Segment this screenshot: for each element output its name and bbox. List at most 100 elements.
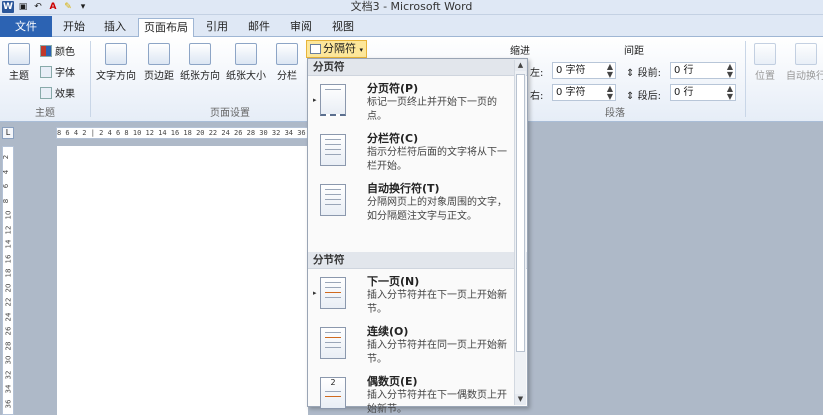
tab-home[interactable]: 开始 <box>56 18 92 37</box>
spinner-arrows-icon[interactable]: ▲ ▼ <box>727 63 733 79</box>
next-page-section-icon <box>320 277 346 309</box>
ruler-tick-label: 34 <box>4 384 13 394</box>
ruler-tick-label: 22 <box>4 297 13 307</box>
paragraph-group-label: 段落 <box>605 108 625 119</box>
position-icon <box>754 43 776 65</box>
text-direction-icon <box>105 43 127 65</box>
tab-selector-icon[interactable]: L <box>2 127 14 139</box>
ruler-tick-label: 26 <box>4 326 13 336</box>
ruler-tick-label: 32 <box>4 370 13 379</box>
vertical-ruler[interactable]: 2 4 6 8 10 12 14 16 18 20 22 24 26 28 30 32 34 36 <box>2 146 14 415</box>
ruler-tick-label: 10 <box>4 210 13 220</box>
ruler-tick-label: 4 <box>2 169 11 174</box>
spacing-label: 间距 <box>624 46 644 57</box>
scrollbar-thumb[interactable] <box>516 74 525 352</box>
ruler-tick-label: 6 <box>2 183 11 189</box>
spinner-arrows-icon[interactable]: ▲ ▼ <box>727 85 733 101</box>
indent-left-label: 左: <box>530 68 544 79</box>
group-divider <box>745 41 746 117</box>
ribbon-tab-row: 文件 开始 插入 页面布局 引用 邮件 审阅 视图 <box>0 15 823 38</box>
wrap-text-button[interactable]: 自动换行 <box>784 43 823 82</box>
ruler-tick-label: 30 <box>4 355 13 365</box>
margins-icon <box>148 43 170 65</box>
spacing-after-label: ⇕ 段后: <box>626 91 661 102</box>
breaks-dropdown-menu: 分页符 ▸ 分页符(P) 标记一页终止并开始下一页的点。 分栏符(C) 指示分栏… <box>307 58 528 415</box>
tab-file[interactable]: 文件 <box>0 16 52 37</box>
tab-insert[interactable]: 插入 <box>97 18 133 37</box>
ruler-tick-label: 28 <box>4 341 13 350</box>
text-direction-button[interactable]: 文字方向 <box>94 43 138 82</box>
group-divider <box>90 41 91 117</box>
menu-item-column-break[interactable]: 分栏符(C) 指示分栏符后面的文字将从下一栏开始。 <box>308 126 527 176</box>
position-button[interactable]: 位置 <box>750 43 780 82</box>
menu-item-continuous[interactable]: 连续(O) 插入分节符并在同一页上开始新节。 <box>308 319 527 369</box>
menu-item-next-page[interactable]: ▸ 下一页(N) 插入分节符并在下一页上开始新节。 <box>308 269 527 319</box>
menu-item-even-page[interactable]: 2 偶数页(E) 插入分节符并在下一偶数页上开始新节。 <box>308 369 527 415</box>
window-title: 文档3 - Microsoft Word <box>350 0 473 13</box>
spacing-before-icon: ⇕ <box>626 68 635 79</box>
columns-icon <box>276 43 298 65</box>
horizontal-ruler[interactable]: 8 6 4 2 | 2 4 6 8 10 12 14 16 18 20 22 2… <box>56 127 308 139</box>
breaks-icon <box>310 44 321 54</box>
pointer-arrow-icon: ▸ <box>313 289 317 297</box>
indent-right-label: 右: <box>530 91 544 102</box>
themes-button[interactable]: 主题 <box>4 43 34 82</box>
tab-review[interactable]: 审阅 <box>283 18 319 37</box>
size-button[interactable]: 纸张大小 <box>224 43 268 82</box>
colors-icon <box>40 44 52 57</box>
columns-button[interactable]: 分栏 <box>272 43 302 82</box>
spacing-after-field[interactable]: 0 行 ▲ ▼ <box>670 84 736 101</box>
text-wrapping-break-icon <box>320 184 346 216</box>
tab-view[interactable]: 视图 <box>325 18 361 37</box>
scroll-up-icon[interactable]: ▲ <box>515 60 526 71</box>
wrap-text-icon <box>795 43 817 65</box>
theme-colors-button[interactable]: 颜色 <box>40 43 75 58</box>
orientation-button[interactable]: 纸张方向 <box>178 43 222 82</box>
page-break-icon <box>320 84 346 116</box>
ruler-tick-label: 16 <box>4 254 13 263</box>
ruler-tick-label: 12 <box>4 225 13 234</box>
themes-group-label: 主题 <box>35 108 55 119</box>
section-breaks-section-header: 分节符 <box>308 252 527 269</box>
theme-effects-button[interactable]: 效果 <box>40 85 75 100</box>
margins-button[interactable]: 页边距 <box>141 43 177 82</box>
spinner-arrows-icon[interactable]: ▲ ▼ <box>607 63 613 79</box>
indent-label: 缩进 <box>510 46 530 57</box>
breaks-button[interactable]: 分隔符 ▾ <box>306 40 367 58</box>
pointer-arrow-icon: ▸ <box>313 96 317 104</box>
indent-left-field[interactable]: 0 字符 ▲ ▼ <box>552 62 616 79</box>
continuous-section-icon <box>320 327 346 359</box>
effects-icon <box>40 86 52 99</box>
theme-fonts-button[interactable]: 字体 <box>40 64 75 79</box>
spacing-before-label: ⇕ 段前: <box>626 68 661 79</box>
page-size-icon <box>235 43 257 65</box>
page-setup-group-label: 页面设置 <box>210 108 250 119</box>
even-page-section-icon: 2 <box>320 377 346 409</box>
ruler-tick-label: 36 <box>4 399 13 408</box>
tab-references[interactable]: 引用 <box>199 18 235 37</box>
orientation-icon <box>189 43 211 65</box>
column-break-icon <box>320 134 346 166</box>
chevron-down-icon: ▾ <box>359 46 364 54</box>
tab-page-layout[interactable]: 页面布局 <box>138 18 194 38</box>
ruler-tick-label: 2 <box>2 154 11 160</box>
page-breaks-section-header: 分页符 <box>308 59 527 76</box>
ruler-tick-label: 24 <box>4 312 13 321</box>
themes-icon <box>8 43 30 65</box>
scroll-down-icon[interactable]: ▼ <box>515 394 526 405</box>
ruler-tick-label: 18 <box>4 268 13 278</box>
document-page[interactable] <box>57 146 308 415</box>
menu-scrollbar[interactable]: ▲ ▼ <box>514 60 526 405</box>
menu-item-text-wrapping-break[interactable]: 自动换行符(T) 分隔网页上的对象周围的文字，如分隔题注文字与正文。 <box>308 176 527 226</box>
spinner-arrows-icon[interactable]: ▲ ▼ <box>607 85 613 101</box>
ruler-tick-label: 20 <box>4 283 13 292</box>
indent-right-field[interactable]: 0 字符 ▲ ▼ <box>552 84 616 101</box>
title-bar: W ▣ ↶ A ✎ ▾ 文档3 - Microsoft Word <box>0 0 823 15</box>
tab-mailings[interactable]: 邮件 <box>241 18 277 37</box>
menu-item-page-break[interactable]: ▸ 分页符(P) 标记一页终止并开始下一页的点。 <box>308 76 527 126</box>
spacing-before-field[interactable]: 0 行 ▲ ▼ <box>670 62 736 79</box>
spacing-after-icon: ⇕ <box>626 91 635 102</box>
ruler-tick-label: 8 <box>2 198 11 203</box>
ruler-tick-label: 14 <box>4 239 13 249</box>
fonts-icon <box>40 65 52 78</box>
